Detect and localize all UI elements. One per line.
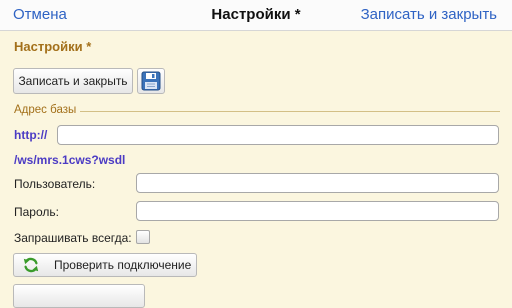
- form-title: Настройки *: [14, 39, 92, 54]
- user-label: Пользователь:: [14, 177, 96, 191]
- save-and-close-button[interactable]: Записать и закрыть: [13, 68, 133, 94]
- check-connection-button[interactable]: Проверить подключение: [13, 253, 197, 277]
- check-connection-label: Проверить подключение: [54, 258, 192, 272]
- group-divider: [80, 111, 500, 112]
- floppy-disk-icon: [141, 71, 161, 91]
- url-suffix-label: /ws/mrs.1cws?wsdl: [14, 153, 126, 167]
- url-prefix-label: http://: [14, 128, 48, 142]
- cancel-button[interactable]: Отмена: [13, 6, 67, 23]
- navigation-bar: Отмена Настройки * Записать и закрыть: [0, 0, 512, 31]
- partially-visible-button[interactable]: [13, 284, 145, 308]
- save-button[interactable]: [137, 68, 165, 94]
- refresh-icon: [23, 257, 39, 273]
- address-input[interactable]: [57, 125, 499, 145]
- password-label: Пароль:: [14, 205, 59, 219]
- save-and-close-link[interactable]: Записать и закрыть: [361, 6, 497, 23]
- password-input[interactable]: [136, 201, 499, 221]
- always-ask-checkbox[interactable]: [136, 230, 150, 244]
- address-group-title: Адрес базы: [14, 104, 80, 116]
- always-ask-label: Запрашивать всегда:: [14, 231, 132, 245]
- user-input[interactable]: [136, 173, 499, 193]
